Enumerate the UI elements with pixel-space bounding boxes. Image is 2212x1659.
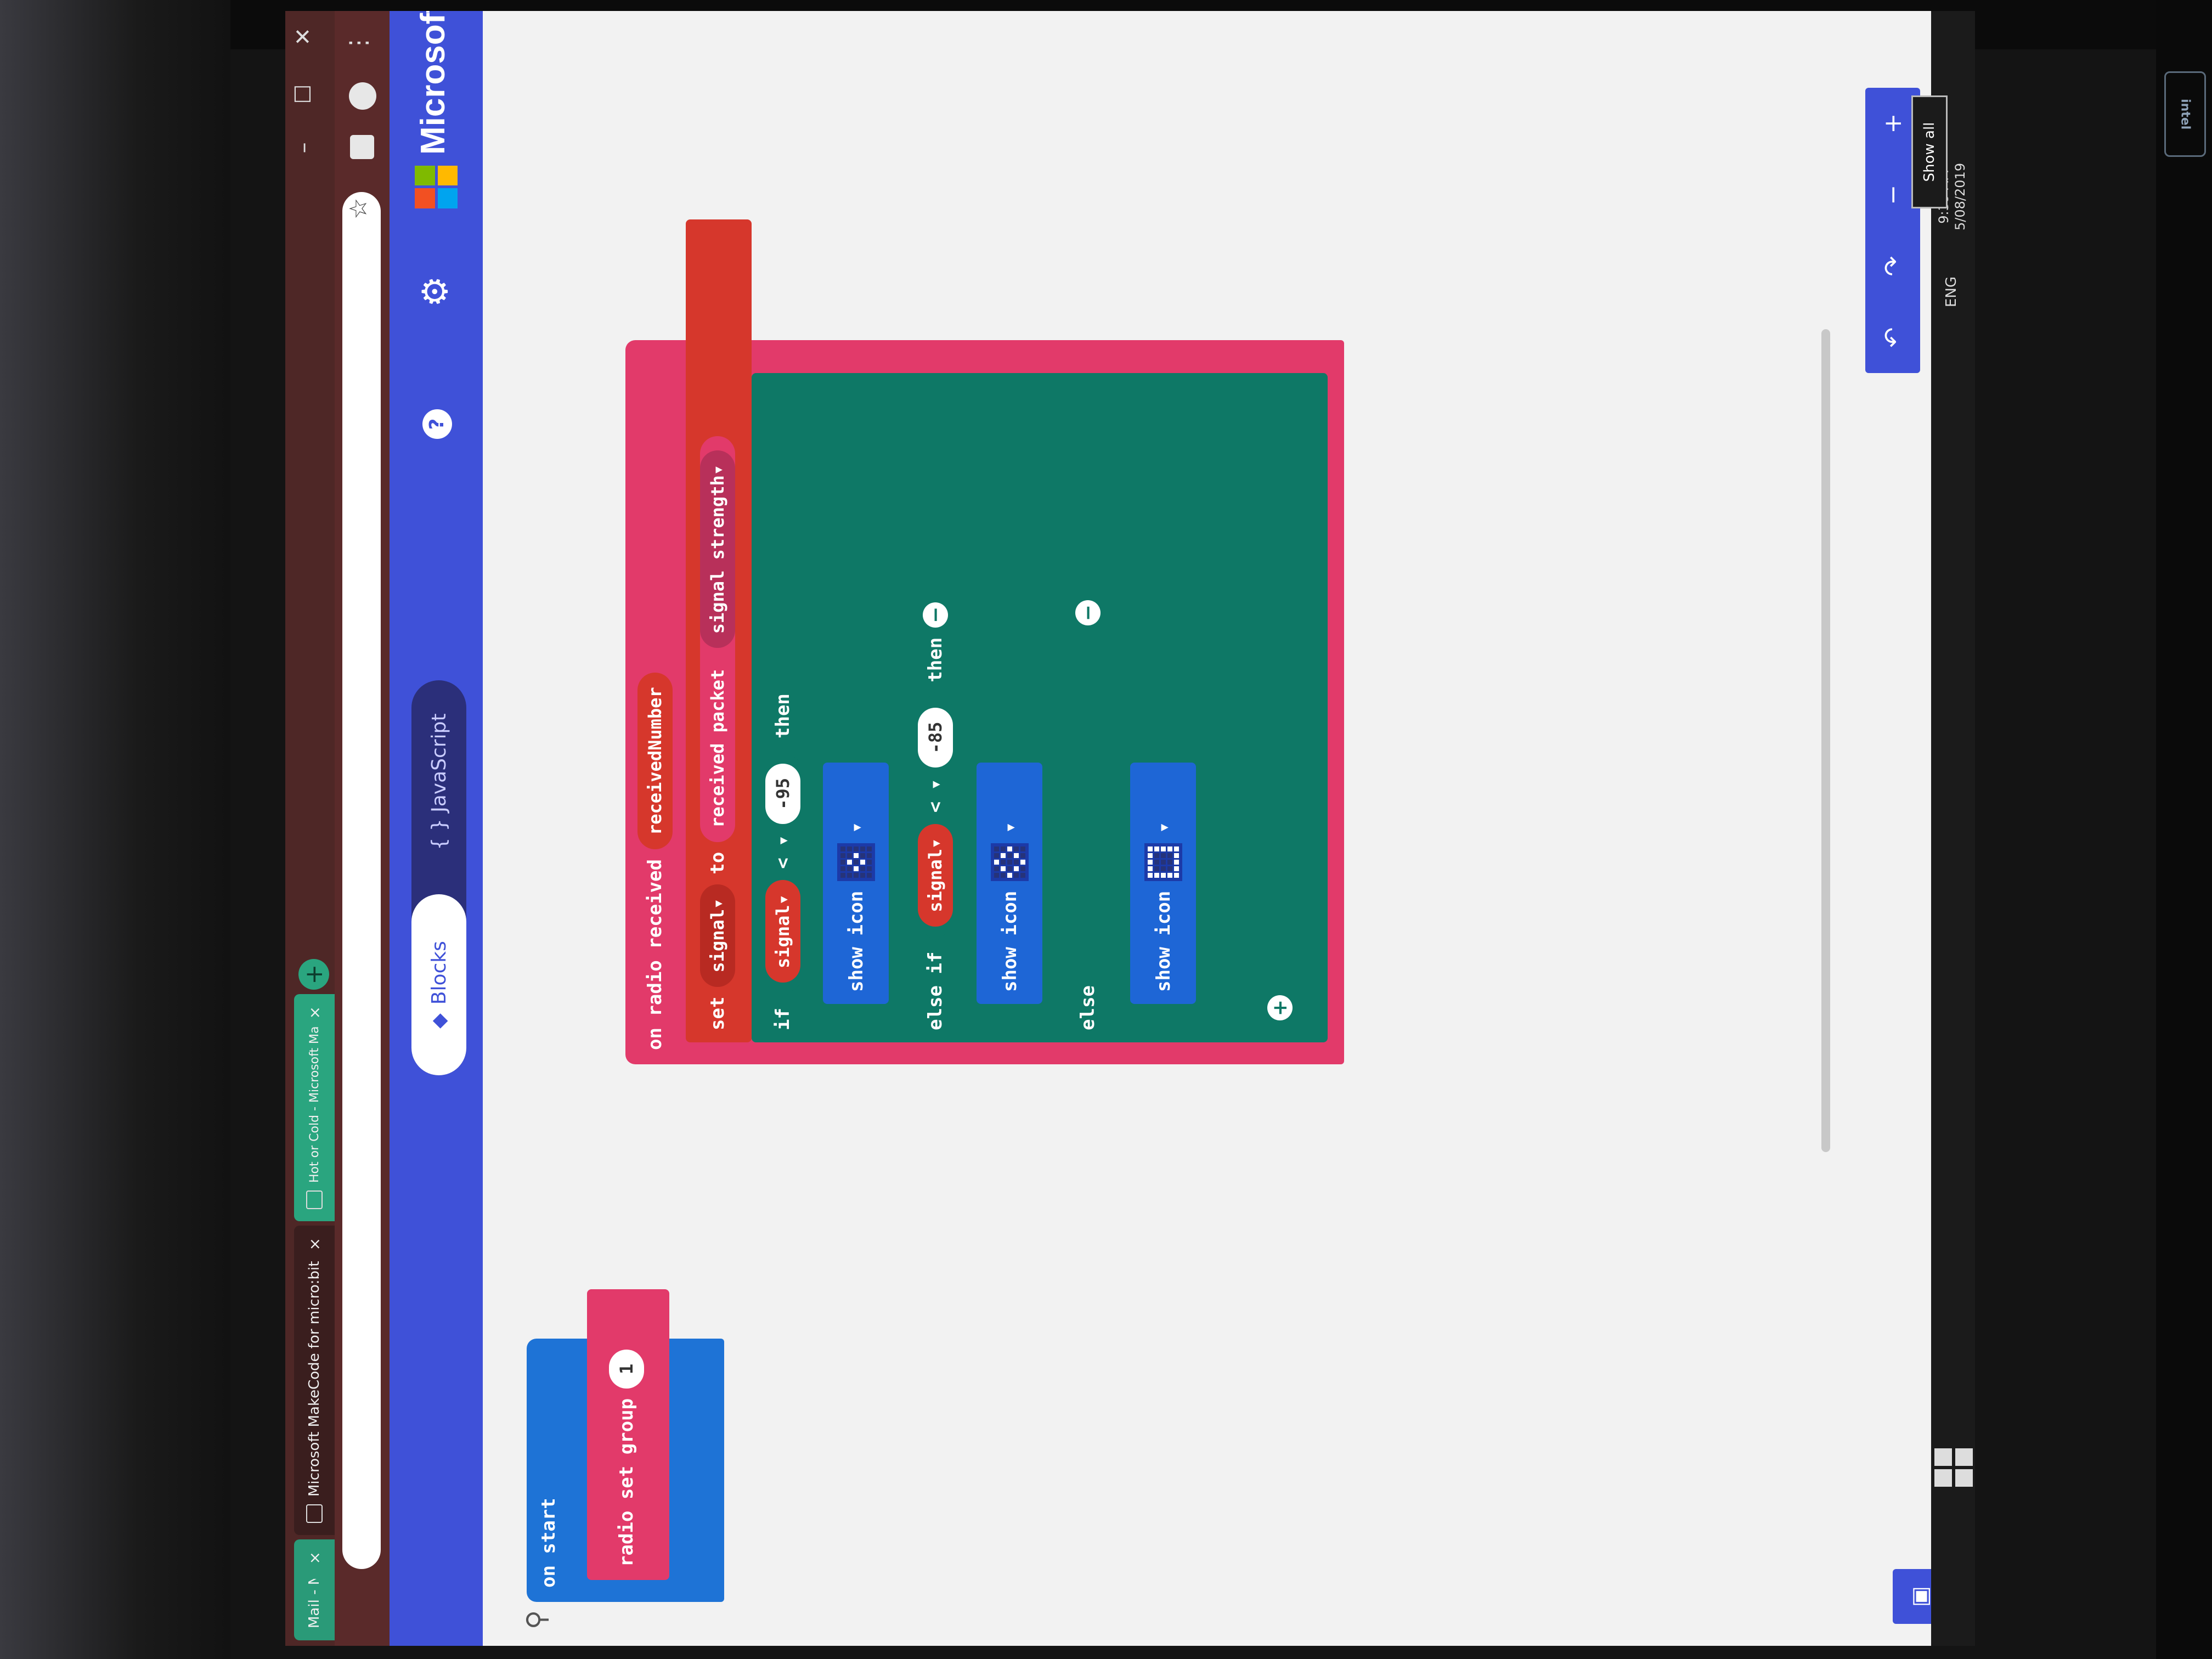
zoom-out-icon[interactable]: − xyxy=(1879,185,1907,205)
language-indicator[interactable]: ENG xyxy=(1943,276,1960,307)
on-radio-received-label: on radio received xyxy=(644,859,666,1050)
tab-hot-or-cold-label: Hot or Cold - Microsoft MakeC... xyxy=(307,1026,321,1183)
packet-property-dropdown[interactable]: signal strength xyxy=(700,450,735,648)
radio-set-group-label: radio set group xyxy=(616,1398,637,1567)
close-icon[interactable]: × xyxy=(306,1006,324,1019)
else-if-keyword: else if xyxy=(924,951,946,1030)
address-bar[interactable] xyxy=(342,192,381,1569)
on-start-block[interactable]: on start radio set group 1 xyxy=(527,1289,724,1602)
set-keyword: set xyxy=(707,996,729,1030)
browser-toolbar: ☆ ⋮ xyxy=(335,11,390,1646)
if-keyword: if xyxy=(772,1008,794,1030)
remove-else-if-icon[interactable]: − xyxy=(923,602,948,628)
tab-outlook[interactable]: Mail - Nampukes - Outlook × xyxy=(294,1539,335,1640)
show-icon-label: show icon xyxy=(845,890,867,992)
if-condition[interactable]: signal < -95 xyxy=(764,748,802,998)
blocks-tab-label: Blocks xyxy=(427,941,450,1005)
editor-toggle: ◆ Blocks { } JavaScript xyxy=(411,680,466,1075)
show-all-downloads-button[interactable]: Show all xyxy=(1911,95,1948,208)
tab-makecode-label: Microsoft MakeCode for micro:bit xyxy=(306,1261,323,1497)
search-icon[interactable]: ⚲ xyxy=(521,1610,552,1629)
on-radio-received-block[interactable]: on radio received receivedNumber set sig… xyxy=(625,219,1344,1064)
tab-makecode[interactable]: Microsoft MakeCode for micro:bit × xyxy=(294,1226,335,1535)
blocks-workspace[interactable]: ⚲ on start radio set group 1 on radio re… xyxy=(483,11,1975,1646)
bookmark-star-icon[interactable]: ☆ xyxy=(345,198,373,219)
zoom-in-icon[interactable]: + xyxy=(1879,114,1907,134)
else-keyword: else xyxy=(1077,985,1099,1030)
undo-icon[interactable]: ↶ xyxy=(1879,328,1907,348)
received-packet-block[interactable]: received packet signal strength xyxy=(700,436,735,842)
makecode-favicon-icon xyxy=(306,1190,323,1209)
icon-picker-diamond[interactable] xyxy=(991,843,1029,881)
received-number-param[interactable]: receivedNumber xyxy=(637,673,673,849)
puzzle-piece-icon: ◆ xyxy=(427,1013,450,1029)
windows-start-icon[interactable] xyxy=(1934,1448,1973,1487)
else-if-operator-dropdown[interactable]: < xyxy=(924,779,946,812)
set-variable-block[interactable]: set signal to received packet signal str… xyxy=(686,219,752,1042)
close-icon[interactable]: × xyxy=(306,1238,324,1250)
browser-tab-strip: Mail - Nampukes - Outlook × Microsoft Ma… xyxy=(285,11,335,1646)
if-variable-dropdown[interactable]: signal xyxy=(765,880,800,983)
icon-picker-small-diamond[interactable] xyxy=(837,843,875,881)
microsoft-wordmark: Microsoft xyxy=(414,11,452,155)
if-else-block[interactable]: if signal < -95 then show icon xyxy=(752,373,1328,1042)
laptop-screen: Mail - Nampukes - Outlook × Microsoft Ma… xyxy=(285,11,1975,1646)
makecode-favicon-icon xyxy=(306,1504,323,1523)
minimize-icon[interactable]: – xyxy=(291,142,316,153)
laptop-bezel xyxy=(2156,0,2212,1659)
photo-background-left xyxy=(0,0,230,1659)
if-operator-dropdown[interactable]: < xyxy=(772,835,794,868)
show-icon-label: show icon xyxy=(1152,890,1175,992)
close-icon[interactable]: × xyxy=(306,1551,324,1564)
extension-icon[interactable] xyxy=(350,135,374,159)
show-icon-block[interactable]: show icon ▾ xyxy=(977,763,1042,1004)
maximize-icon[interactable]: ☐ xyxy=(291,84,316,104)
remove-else-icon[interactable]: − xyxy=(1075,600,1101,626)
javascript-tab[interactable]: { } JavaScript xyxy=(411,680,466,883)
chevron-down-icon[interactable]: ▾ xyxy=(845,822,867,833)
window-controls: – ☐ ✕ xyxy=(291,27,316,153)
tab-hot-or-cold[interactable]: Hot or Cold - Microsoft MakeC... × xyxy=(294,994,335,1221)
workspace-scrollbar[interactable] xyxy=(1821,329,1830,1152)
if-value-field[interactable]: -95 xyxy=(765,764,800,824)
window-close-icon[interactable]: ✕ xyxy=(291,27,316,46)
show-icon-block[interactable]: show icon ▾ xyxy=(1130,763,1196,1004)
then-keyword: then xyxy=(924,637,946,682)
gear-icon[interactable]: ⚙ xyxy=(415,276,456,307)
chevron-down-icon[interactable]: ▾ xyxy=(1153,822,1175,833)
browser-menu-icon[interactable]: ⋮ xyxy=(345,31,373,55)
show-icon-label: show icon xyxy=(998,890,1021,992)
redo-icon[interactable]: ↷ xyxy=(1879,256,1907,276)
to-keyword: to xyxy=(707,851,729,874)
else-if-condition[interactable]: signal < -85 xyxy=(916,692,955,942)
add-else-if-icon[interactable]: + xyxy=(1267,995,1293,1020)
radio-set-group-block[interactable]: radio set group 1 xyxy=(587,1289,669,1580)
then-keyword: then xyxy=(772,693,794,738)
show-icon-block[interactable]: show icon ▾ xyxy=(823,763,889,1004)
new-tab-button[interactable]: + xyxy=(298,959,329,990)
makecode-header: ◆ Blocks { } JavaScript ? ⚙ Microsoft xyxy=(390,11,483,1646)
help-icon[interactable]: ? xyxy=(422,409,452,439)
chevron-down-icon[interactable]: ▾ xyxy=(999,822,1021,833)
group-value-field[interactable]: 1 xyxy=(609,1349,644,1389)
icon-picker-square[interactable] xyxy=(1144,843,1182,881)
microsoft-logo-icon xyxy=(415,166,458,208)
intel-sticker: intel xyxy=(2164,71,2206,157)
else-if-value-field[interactable]: -85 xyxy=(918,708,953,768)
profile-avatar[interactable] xyxy=(349,82,376,110)
received-packet-label: received packet xyxy=(707,669,728,828)
else-if-variable-dropdown[interactable]: signal xyxy=(918,824,953,927)
variable-dropdown[interactable]: signal xyxy=(700,884,735,987)
javascript-tab-label: { } JavaScript xyxy=(427,713,450,850)
blocks-tab[interactable]: ◆ Blocks xyxy=(411,894,466,1075)
tab-outlook-label: Mail - Nampukes - Outlook xyxy=(306,1579,323,1628)
windows-taskbar: ENG 9:39 AM 5/08/2019 Show all xyxy=(1911,11,1975,1646)
clock-date: 5/08/2019 xyxy=(1953,162,1968,230)
on-start-label: on start xyxy=(538,1498,560,1588)
